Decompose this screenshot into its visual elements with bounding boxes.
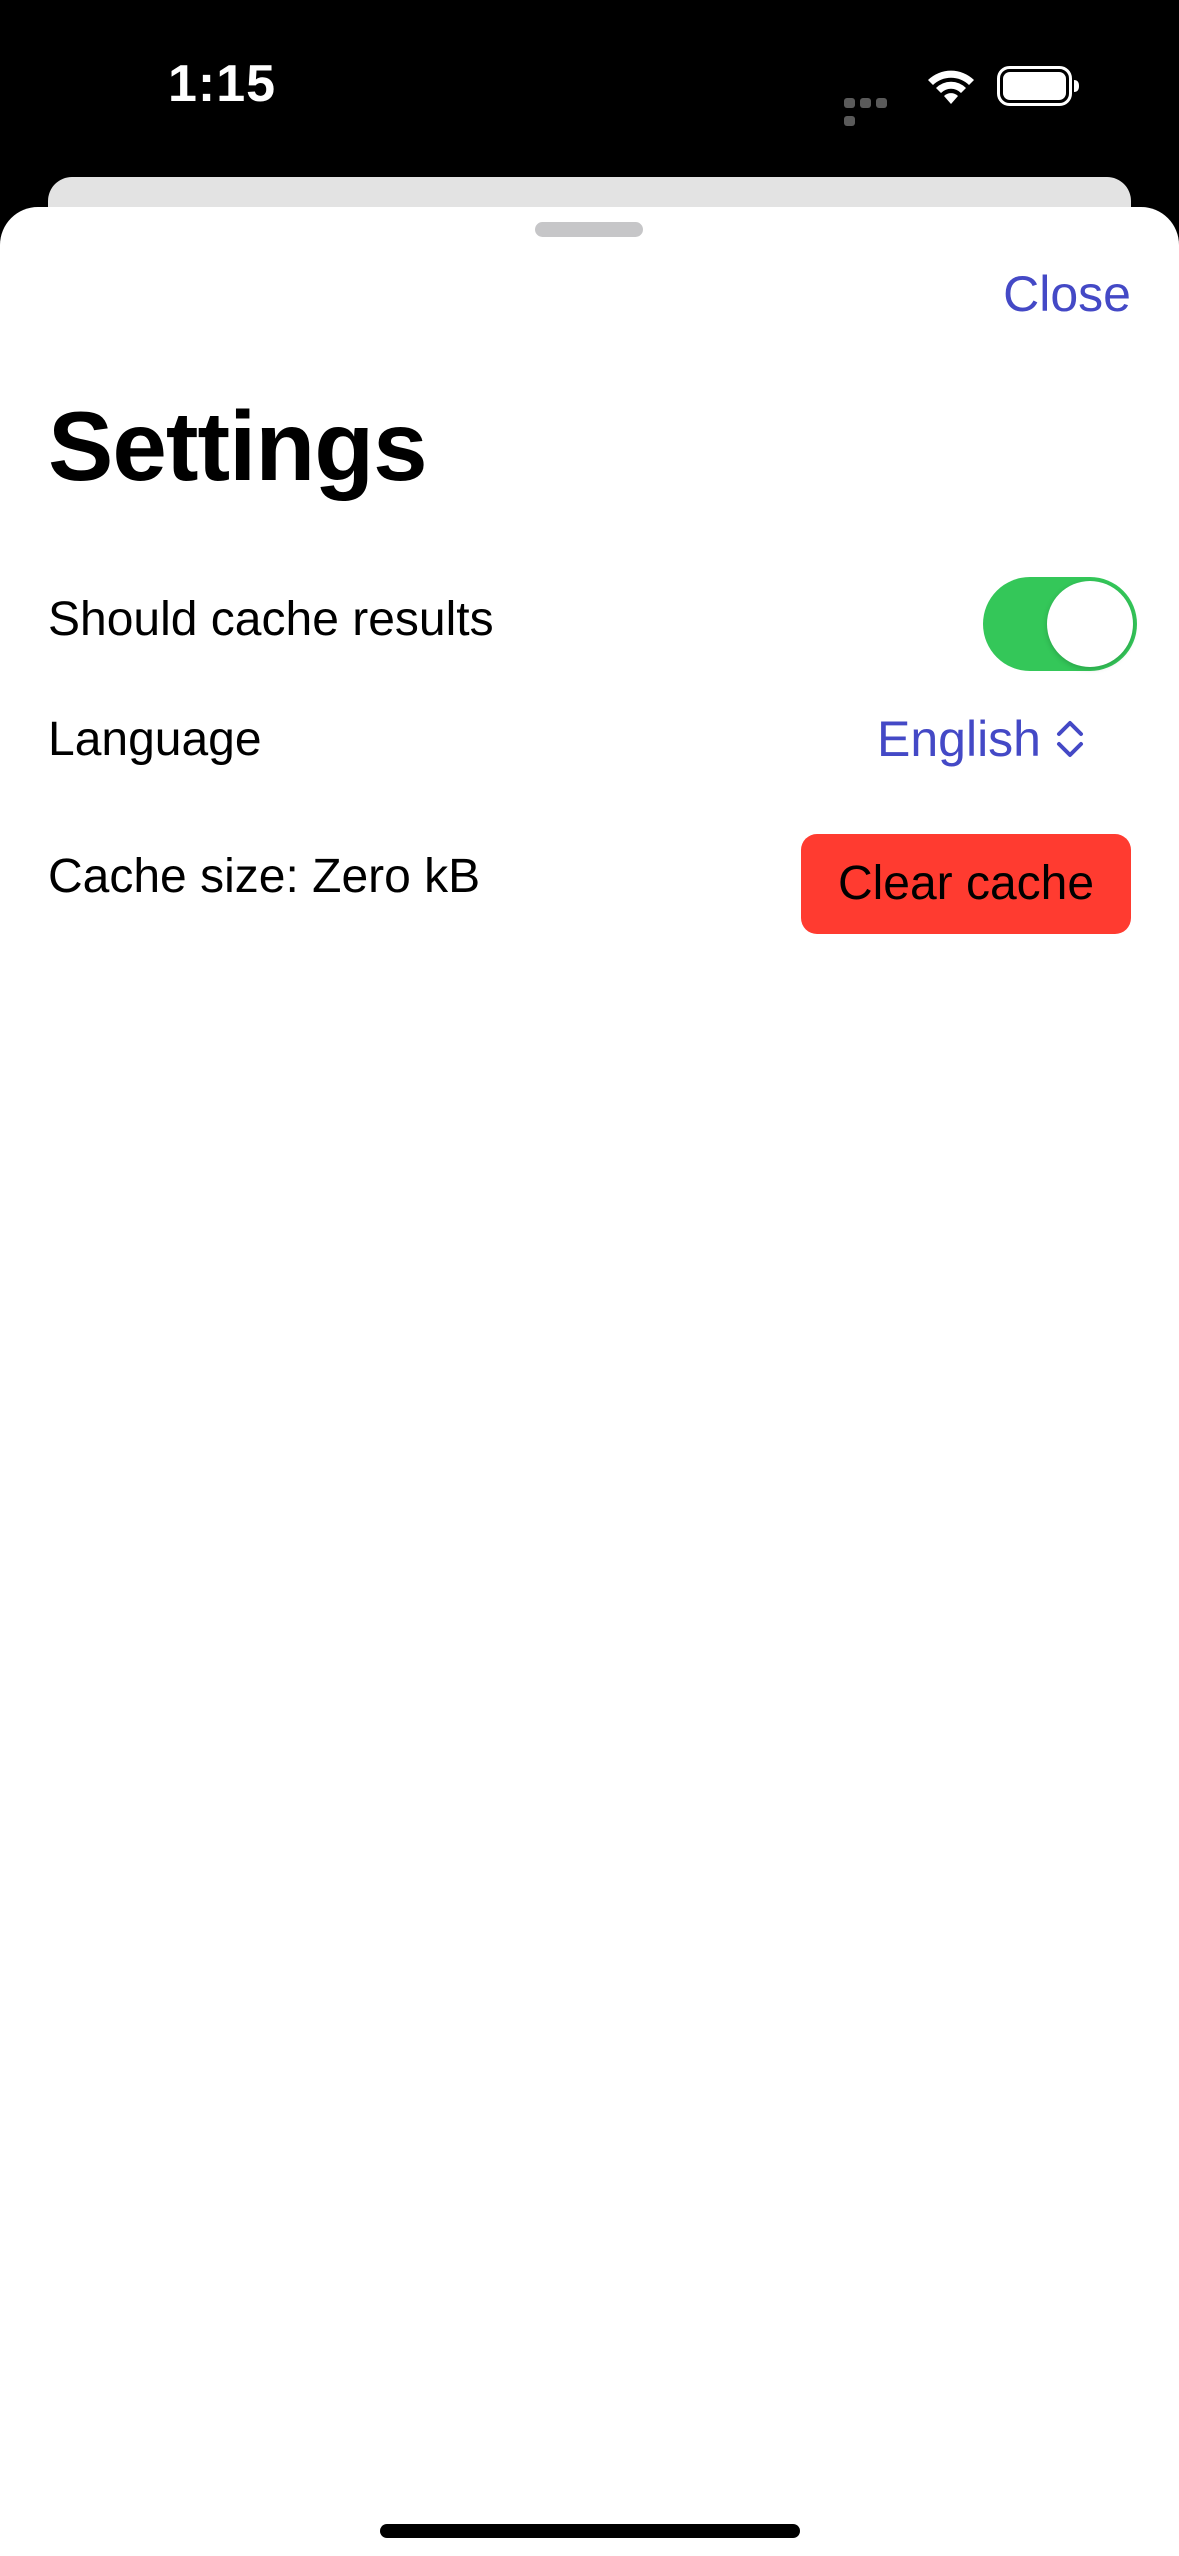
language-label: Language [48, 713, 262, 766]
status-bar: 1:15 [0, 0, 1179, 176]
cache-size-label: Cache size: Zero kB [48, 850, 481, 903]
settings-sheet: Close Settings Should cache results Lang… [0, 207, 1179, 2556]
battery-icon [997, 66, 1079, 106]
clear-cache-button[interactable]: Clear cache [801, 834, 1131, 934]
chevron-up-down-icon [1057, 721, 1083, 757]
cache-results-label: Should cache results [48, 593, 494, 646]
cache-results-toggle[interactable] [983, 577, 1137, 671]
toggle-knob [1047, 581, 1133, 667]
home-indicator[interactable] [380, 2524, 800, 2538]
page-title: Settings [48, 391, 428, 501]
language-value: English [877, 711, 1041, 767]
status-time: 1:15 [168, 55, 277, 113]
screen: 1:15 Close Settings Should cache results… [0, 0, 1179, 2556]
cellular-dots-icon [844, 95, 906, 126]
close-button[interactable]: Close [1003, 265, 1131, 323]
wifi-icon [928, 70, 974, 104]
sheet-grabber[interactable] [535, 222, 643, 237]
language-picker[interactable]: English [877, 710, 1085, 768]
